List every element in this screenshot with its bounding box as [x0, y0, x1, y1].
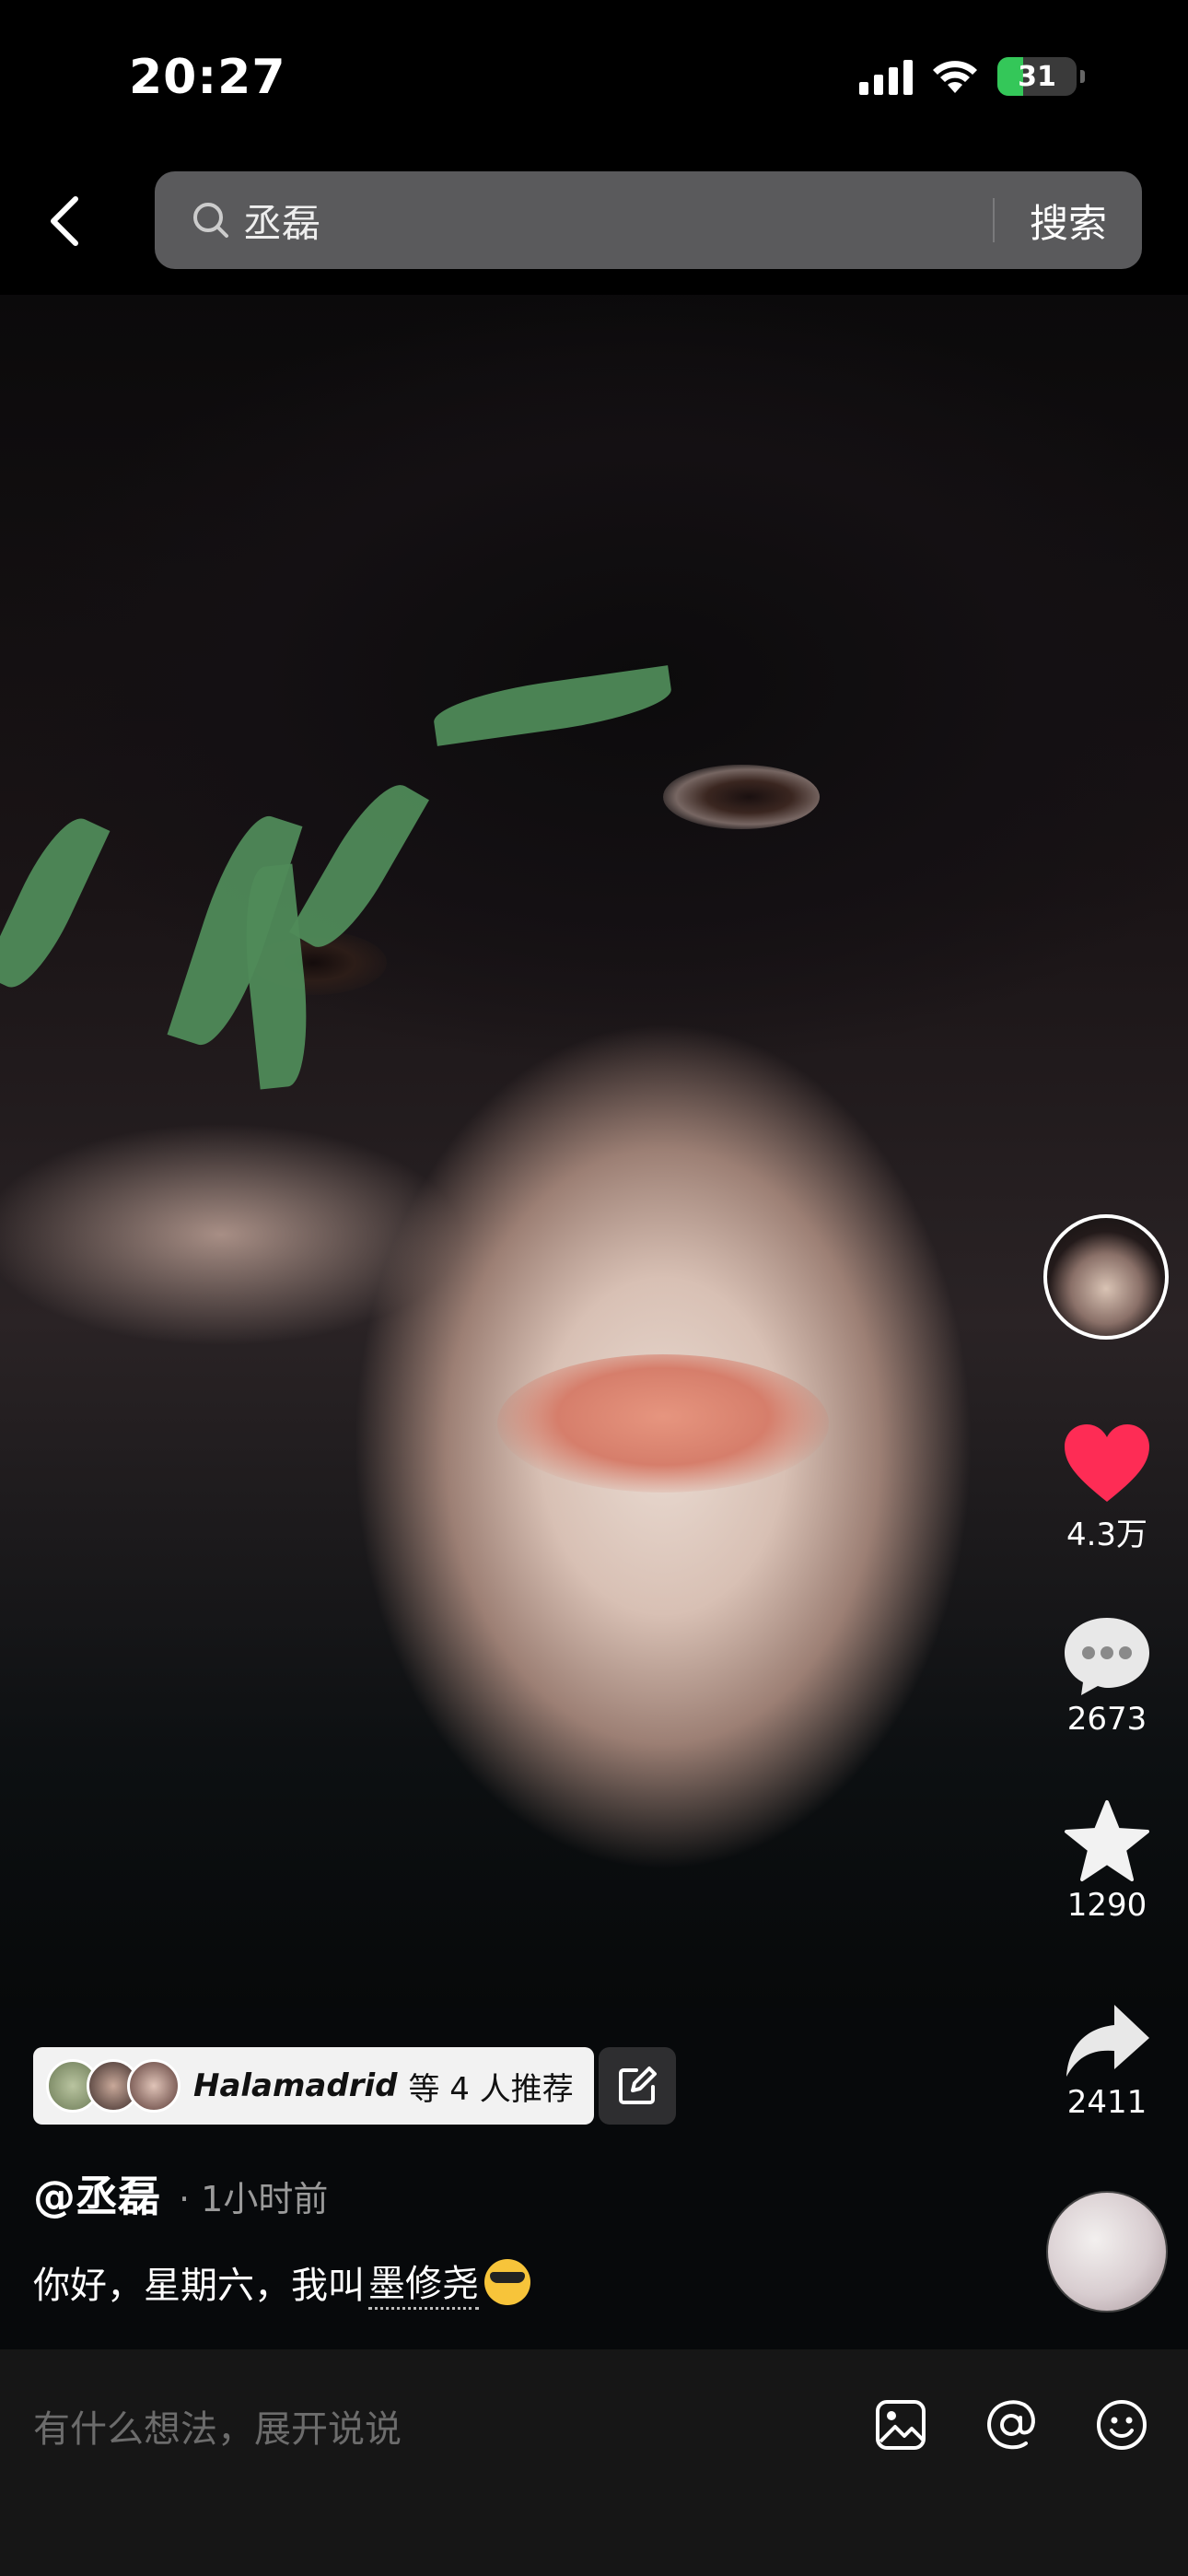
edit-icon — [619, 2067, 657, 2104]
wifi-icon — [933, 61, 977, 93]
photo-detail — [663, 765, 820, 829]
signal-icon — [859, 58, 913, 95]
sunglasses-emoji-icon — [484, 2258, 530, 2305]
author-line: @丞磊 · 1小时前 — [33, 2163, 328, 2224]
status-icons: 31 — [859, 57, 1085, 96]
chevron-left-icon — [51, 196, 78, 246]
post-caption: 你好，星期六，我叫 墨修尧 — [33, 2254, 530, 2310]
share-count: 2411 — [1066, 2084, 1147, 2121]
recommender-name: Halamadrid — [193, 2067, 398, 2104]
battery-level: 31 — [1018, 60, 1056, 93]
status-time: 20:27 — [129, 50, 286, 105]
comment-icon — [1065, 1618, 1149, 1695]
caption-text: 你好，星期六，我叫 — [33, 2264, 365, 2307]
like-count: 4.3万 — [1066, 1516, 1148, 1553]
share-button[interactable]: 2411 — [1050, 2001, 1164, 2121]
comment-button[interactable]: 2673 — [1050, 1614, 1164, 1738]
search-input[interactable]: 丞磊 — [243, 193, 993, 249]
leaf — [289, 772, 429, 960]
music-disc[interactable] — [1046, 2191, 1168, 2313]
leaf — [0, 807, 111, 999]
recommender-avatars — [46, 2059, 181, 2113]
leaf — [237, 863, 316, 1090]
recommend-chip[interactable]: Halamadrid 等 4 人推荐 — [33, 2047, 594, 2125]
favorite-count: 1290 — [1066, 1887, 1147, 1924]
search-bar[interactable]: 丞磊 搜索 — [155, 171, 1142, 269]
edit-button[interactable] — [599, 2047, 676, 2125]
mention-button[interactable] — [980, 2394, 1042, 2456]
smiley-icon — [1097, 2400, 1147, 2450]
search-button[interactable]: 搜索 — [995, 193, 1142, 249]
share-arrow-icon — [1066, 2005, 1149, 2077]
emoji-button[interactable] — [1090, 2394, 1153, 2456]
recommend-suffix: 等 4 人推荐 — [408, 2070, 574, 2108]
post-time: · 1小时前 — [179, 2179, 329, 2219]
favorite-button[interactable]: 1290 — [1050, 1798, 1164, 1924]
image-button[interactable] — [869, 2394, 932, 2456]
back-button[interactable] — [37, 184, 92, 258]
search-icon — [190, 199, 232, 241]
photo-detail — [497, 1354, 829, 1493]
image-icon — [876, 2400, 926, 2450]
author-name[interactable]: @丞磊 — [33, 2163, 160, 2224]
like-button[interactable]: 4.3万 — [1050, 1421, 1164, 1554]
comment-input[interactable]: 有什么想法，展开说说 — [33, 2399, 402, 2453]
caption-tag[interactable]: 墨修尧 — [368, 2254, 479, 2310]
battery-icon: 31 — [997, 57, 1077, 96]
video-frame[interactable] — [0, 295, 1188, 2008]
heart-icon — [1065, 1424, 1149, 1502]
leaf — [430, 665, 675, 746]
comment-count: 2673 — [1066, 1701, 1147, 1738]
comment-bar — [0, 2349, 1188, 2576]
star-icon — [1065, 1800, 1149, 1881]
author-avatar[interactable] — [1043, 1214, 1169, 1340]
at-sign-icon — [987, 2400, 1035, 2450]
